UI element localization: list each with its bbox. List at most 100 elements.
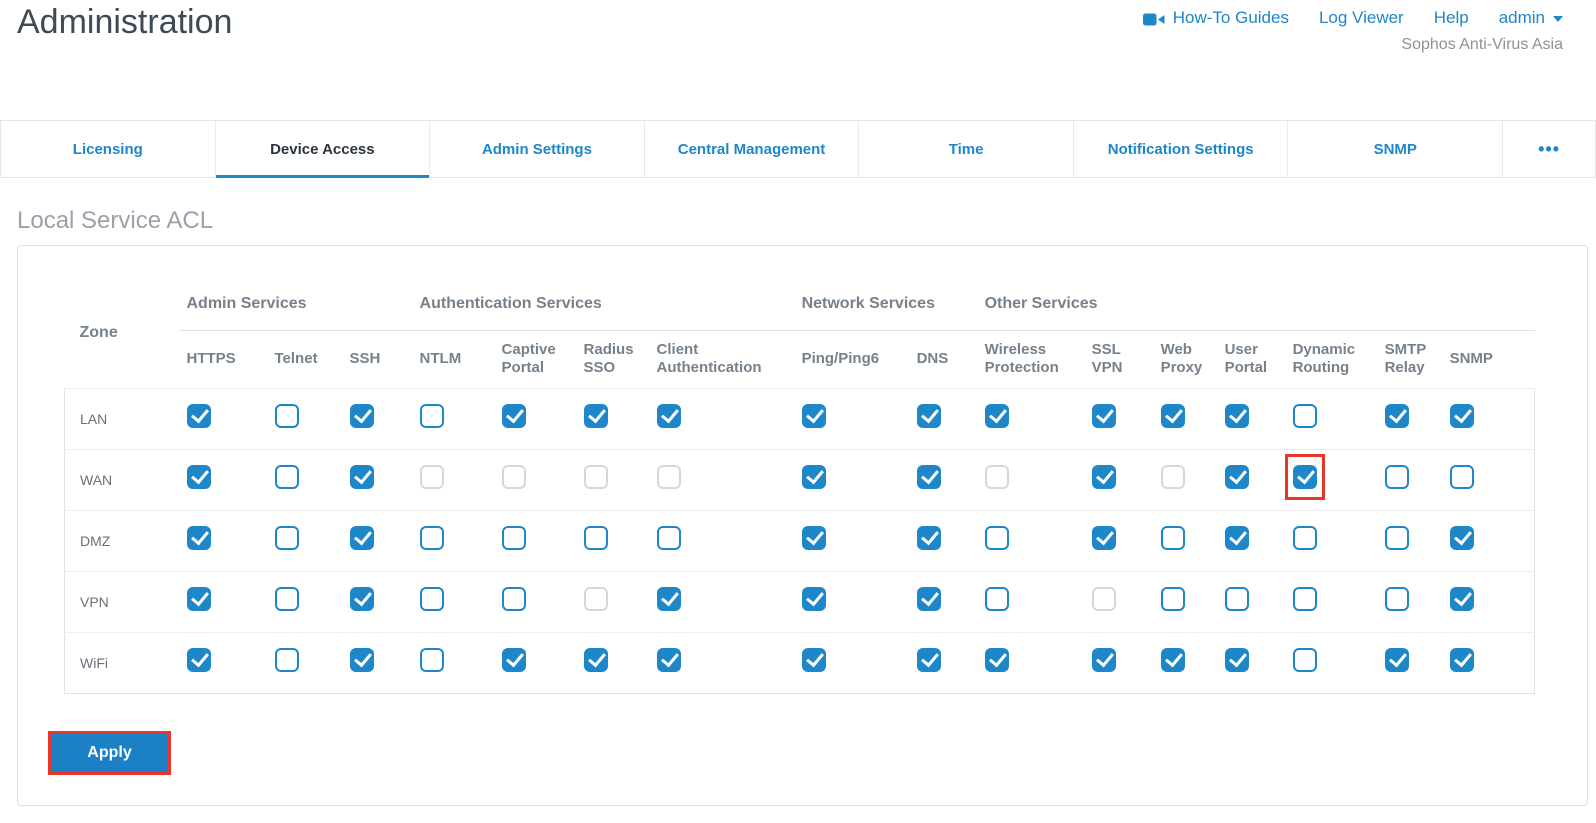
lan-smtp-relay-checkbox[interactable] bbox=[1384, 404, 1409, 428]
wan-user-portal-checkbox[interactable] bbox=[1224, 465, 1249, 489]
vpn-telnet-checkbox[interactable] bbox=[274, 587, 299, 611]
tab-time[interactable]: Time bbox=[859, 121, 1074, 177]
wifi-captive-portal-checkbox[interactable] bbox=[501, 648, 526, 672]
dmz-telnet-checkbox[interactable] bbox=[274, 526, 299, 550]
apply-button[interactable]: Apply bbox=[51, 733, 168, 772]
tab-device-access[interactable]: Device Access bbox=[215, 121, 431, 178]
dmz-dns-checkbox[interactable] bbox=[916, 526, 941, 550]
lan-radius-sso-checkbox[interactable] bbox=[583, 404, 608, 428]
acl-cell bbox=[341, 448, 412, 510]
lan-wireless-protection-checkbox[interactable] bbox=[984, 404, 1009, 428]
dmz-smtp-relay-checkbox[interactable] bbox=[1384, 526, 1409, 550]
vpn-dynamic-routing-checkbox[interactable] bbox=[1292, 587, 1317, 611]
dmz-client-authentication-checkbox[interactable] bbox=[656, 526, 681, 550]
lan-ntlm-checkbox[interactable] bbox=[419, 404, 444, 428]
lan-snmp-checkbox[interactable] bbox=[1449, 404, 1474, 428]
vpn-web-proxy-checkbox[interactable] bbox=[1160, 587, 1185, 611]
tab-notification-settings[interactable]: Notification Settings bbox=[1074, 121, 1289, 177]
wan-smtp-relay-checkbox[interactable] bbox=[1384, 465, 1409, 489]
wifi-https-checkbox[interactable] bbox=[186, 648, 211, 672]
acl-cell bbox=[178, 509, 267, 571]
wifi-smtp-relay-checkbox[interactable] bbox=[1384, 648, 1409, 672]
dmz-snmp-checkbox[interactable] bbox=[1449, 526, 1474, 550]
vpn-ssh-checkbox[interactable] bbox=[349, 587, 374, 611]
lan-ssl-vpn-checkbox[interactable] bbox=[1091, 404, 1116, 428]
wifi-wireless-protection-checkbox[interactable] bbox=[984, 648, 1009, 672]
wan-dns-checkbox[interactable] bbox=[916, 465, 941, 489]
admin-menu[interactable]: admin bbox=[1499, 8, 1563, 28]
vpn-ping-ping6-checkbox[interactable] bbox=[801, 587, 826, 611]
acl-cell bbox=[178, 387, 267, 449]
wifi-ntlm-checkbox[interactable] bbox=[419, 648, 444, 672]
acl-cell bbox=[341, 631, 412, 693]
tabs-overflow-button[interactable]: ••• bbox=[1503, 121, 1595, 177]
wifi-ssh-checkbox[interactable] bbox=[349, 648, 374, 672]
tab-licensing[interactable]: Licensing bbox=[1, 121, 216, 177]
vpn-client-authentication-checkbox[interactable] bbox=[656, 587, 681, 611]
dmz-ntlm-checkbox[interactable] bbox=[419, 526, 444, 550]
vpn-https-checkbox[interactable] bbox=[186, 587, 211, 611]
tab-central-management[interactable]: Central Management bbox=[645, 121, 860, 177]
wan-ping-ping6-checkbox[interactable] bbox=[801, 465, 826, 489]
lan-dynamic-routing-checkbox[interactable] bbox=[1292, 404, 1317, 428]
acl-cell bbox=[1284, 570, 1377, 632]
lan-https-checkbox[interactable] bbox=[186, 404, 211, 428]
dmz-https-checkbox[interactable] bbox=[186, 526, 211, 550]
help-link[interactable]: Help bbox=[1434, 8, 1469, 28]
dmz-ssh-checkbox[interactable] bbox=[349, 526, 374, 550]
wifi-ssl-vpn-checkbox[interactable] bbox=[1091, 648, 1116, 672]
wan-snmp-checkbox[interactable] bbox=[1449, 465, 1474, 489]
log-viewer-link[interactable]: Log Viewer bbox=[1319, 8, 1404, 28]
vpn-smtp-relay-checkbox[interactable] bbox=[1384, 587, 1409, 611]
checkbox-wrap bbox=[501, 465, 526, 489]
wifi-radius-sso-checkbox[interactable] bbox=[583, 648, 608, 672]
wifi-dynamic-routing-checkbox[interactable] bbox=[1292, 648, 1317, 672]
wan-https-checkbox[interactable] bbox=[186, 465, 211, 489]
acl-cell bbox=[341, 570, 412, 632]
wan-dynamic-routing-checkbox[interactable] bbox=[1292, 465, 1317, 489]
acl-cell bbox=[575, 387, 649, 449]
wifi-telnet-checkbox[interactable] bbox=[274, 648, 299, 672]
wifi-dns-checkbox[interactable] bbox=[916, 648, 941, 672]
lan-telnet-checkbox[interactable] bbox=[274, 404, 299, 428]
vpn-snmp-checkbox[interactable] bbox=[1449, 587, 1474, 611]
vpn-ntlm-checkbox[interactable] bbox=[419, 587, 444, 611]
wifi-ping-ping6-checkbox[interactable] bbox=[801, 648, 826, 672]
wifi-snmp-checkbox[interactable] bbox=[1449, 648, 1474, 672]
checkbox-wrap bbox=[1091, 526, 1116, 550]
zone-label: VPN bbox=[64, 570, 179, 632]
dmz-captive-portal-checkbox[interactable] bbox=[501, 526, 526, 550]
dmz-wireless-protection-checkbox[interactable] bbox=[984, 526, 1009, 550]
wan-ssl-vpn-checkbox[interactable] bbox=[1091, 465, 1116, 489]
wan-telnet-checkbox[interactable] bbox=[274, 465, 299, 489]
vpn-captive-portal-checkbox[interactable] bbox=[501, 587, 526, 611]
lan-client-authentication-checkbox[interactable] bbox=[656, 404, 681, 428]
vpn-user-portal-checkbox[interactable] bbox=[1224, 587, 1249, 611]
dmz-web-proxy-checkbox[interactable] bbox=[1160, 526, 1185, 550]
vpn-wireless-protection-checkbox[interactable] bbox=[984, 587, 1009, 611]
lan-ping-ping6-checkbox[interactable] bbox=[801, 404, 826, 428]
dmz-dynamic-routing-checkbox[interactable] bbox=[1292, 526, 1317, 550]
dmz-ping-ping6-checkbox[interactable] bbox=[801, 526, 826, 550]
vpn-dns-checkbox[interactable] bbox=[916, 587, 941, 611]
dmz-user-portal-checkbox[interactable] bbox=[1224, 526, 1249, 550]
wifi-user-portal-checkbox[interactable] bbox=[1224, 648, 1249, 672]
lan-captive-portal-checkbox[interactable] bbox=[501, 404, 526, 428]
checkbox-wrap bbox=[583, 648, 608, 672]
wifi-web-proxy-checkbox[interactable] bbox=[1160, 648, 1185, 672]
checkbox-wrap bbox=[1292, 587, 1317, 611]
lan-ssh-checkbox[interactable] bbox=[349, 404, 374, 428]
tab-admin-settings[interactable]: Admin Settings bbox=[430, 121, 645, 177]
lan-web-proxy-checkbox[interactable] bbox=[1160, 404, 1185, 428]
dmz-radius-sso-checkbox[interactable] bbox=[583, 526, 608, 550]
lan-dns-checkbox[interactable] bbox=[916, 404, 941, 428]
column-header-ntlm: NTLM bbox=[419, 350, 462, 368]
tab-snmp[interactable]: SNMP bbox=[1288, 121, 1504, 177]
acl-cell bbox=[1216, 509, 1285, 571]
dmz-ssl-vpn-checkbox[interactable] bbox=[1091, 526, 1116, 550]
lan-user-portal-checkbox[interactable] bbox=[1224, 404, 1249, 428]
acl-cell bbox=[341, 387, 412, 449]
how-to-guides-link[interactable]: How-To Guides bbox=[1142, 8, 1289, 28]
wan-ssh-checkbox[interactable] bbox=[349, 465, 374, 489]
wifi-client-authentication-checkbox[interactable] bbox=[656, 648, 681, 672]
